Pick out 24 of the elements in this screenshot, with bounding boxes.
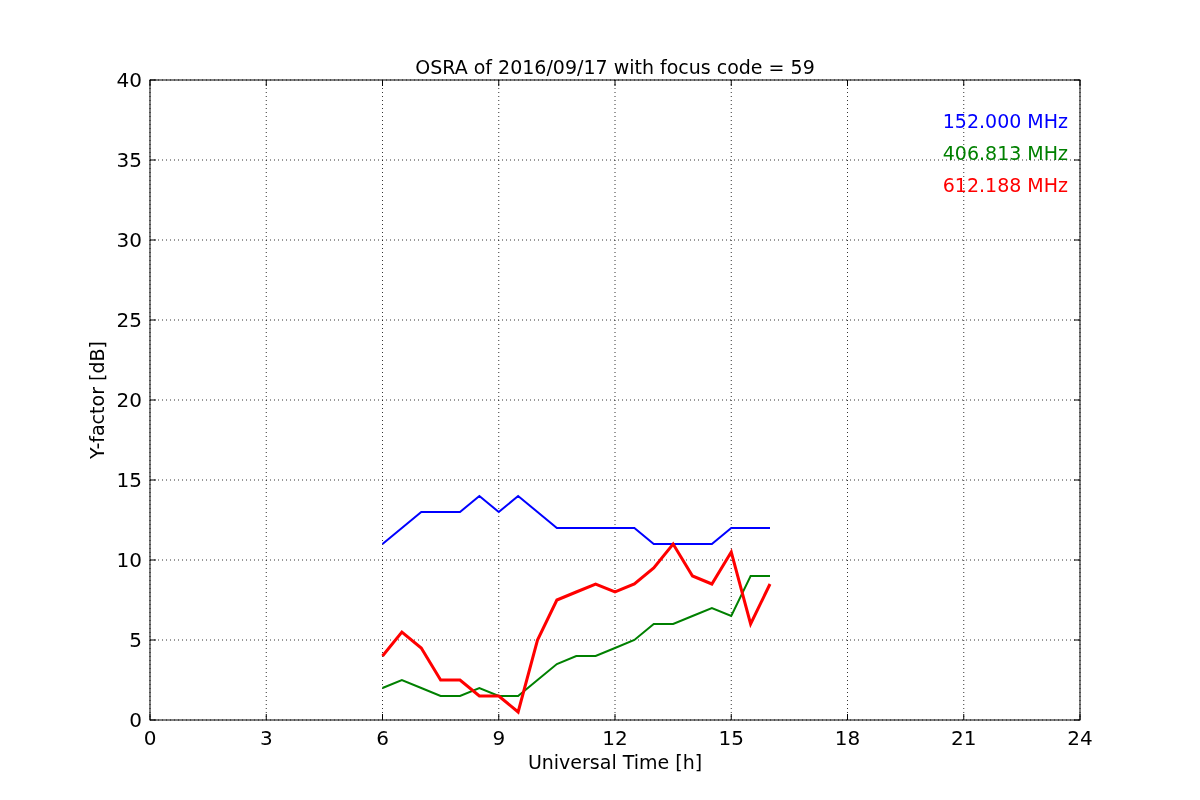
x-tick-label: 0 xyxy=(143,726,157,750)
y-tick-label: 30 xyxy=(116,228,142,252)
y-tick-label: 20 xyxy=(116,388,142,412)
x-tick-label: 21 xyxy=(951,726,977,750)
y-tick-label: 40 xyxy=(116,68,142,92)
legend-label: 152.000 MHz xyxy=(942,110,1068,132)
x-tick-label: 15 xyxy=(718,726,744,750)
legend-label: 612.188 MHz xyxy=(942,174,1068,196)
y-tick-label: 0 xyxy=(129,708,142,732)
x-axis-label: Universal Time [h] xyxy=(527,751,703,773)
y-tick-label: 5 xyxy=(129,628,142,652)
y-tick-label: 15 xyxy=(116,468,142,492)
y-tick-label: 35 xyxy=(116,148,142,172)
x-tick-label: 9 xyxy=(492,726,506,750)
x-tick-label: 12 xyxy=(602,726,628,750)
x-tick-label: 3 xyxy=(259,726,273,750)
x-tick-label: 6 xyxy=(376,726,389,750)
y-axis-label: Y-factor [dB] xyxy=(86,341,108,459)
chart-title: OSRA of 2016/09/17 with focus code = 59 xyxy=(415,56,815,78)
x-tick-label: 18 xyxy=(834,726,861,750)
y-tick-label: 10 xyxy=(116,548,142,572)
y-tick-label: 25 xyxy=(116,308,142,332)
legend-label: 406.813 MHz xyxy=(942,142,1068,164)
x-tick-label: 24 xyxy=(1067,726,1093,750)
